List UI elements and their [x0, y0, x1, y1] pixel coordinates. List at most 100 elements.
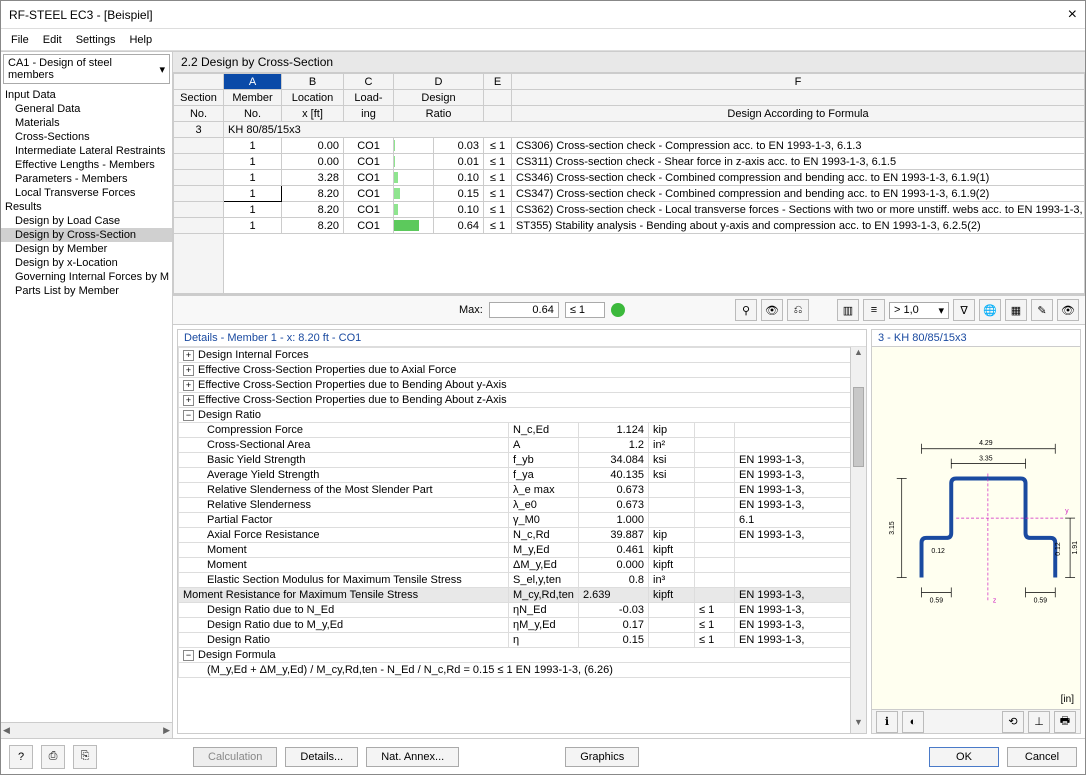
main-title: 2.2 Design by Cross-Section	[173, 52, 1085, 73]
svg-text:1.91: 1.91	[1072, 541, 1079, 555]
tree-item[interactable]: Design by x-Location	[1, 256, 172, 270]
details-row[interactable]: Elastic Section Modulus for Maximum Tens…	[179, 573, 866, 588]
details-row[interactable]: Relative Slendernessλ_e00.673EN 1993-1-3…	[179, 498, 866, 513]
tool-btn-eye[interactable]: 👁	[1057, 299, 1079, 321]
col-B[interactable]: B	[282, 74, 344, 90]
ratio-filter-select[interactable]: > 1,0▾	[889, 302, 949, 319]
ok-button[interactable]: OK	[929, 747, 999, 767]
tool-btn-7[interactable]: ✎	[1031, 299, 1053, 321]
section-view: 3 - KH 80/85/15x3	[871, 329, 1081, 734]
section-btn-3[interactable]: ⟲	[1002, 711, 1024, 733]
ok-icon	[611, 303, 625, 317]
print-icon[interactable]: 🖶	[1054, 711, 1076, 733]
tool-btn-5[interactable]: ≡	[863, 299, 885, 321]
tree-item[interactable]: Effective Lengths - Members	[1, 158, 172, 172]
details-button[interactable]: Details...	[285, 747, 358, 767]
details-row[interactable]: Relative Slenderness of the Most Slender…	[179, 483, 866, 498]
tree-item[interactable]: Design by Cross-Section	[1, 228, 172, 242]
case-selector[interactable]: CA1 - Design of steel members▾	[3, 54, 170, 84]
nat-annex-button[interactable]: Nat. Annex...	[366, 747, 459, 767]
section-btn-2[interactable]: ◐	[902, 711, 924, 733]
cancel-button[interactable]: Cancel	[1007, 747, 1077, 767]
col-A[interactable]: A	[224, 74, 282, 90]
menu-file[interactable]: File	[11, 34, 29, 46]
results-table[interactable]: A B C D E F Section Member Location Load…	[173, 73, 1085, 294]
details-row[interactable]: MomentΔM_y,Ed0.000kipft	[179, 558, 866, 573]
max-cond: ≤ 1	[565, 302, 605, 318]
col-E[interactable]: E	[484, 74, 512, 90]
svg-text:0.59: 0.59	[1034, 597, 1048, 604]
table-row[interactable]: 10.00CO10.03≤ 1CS306) Cross-section chec…	[174, 138, 1085, 154]
details-formula: (M_y,Ed + ΔM_y,Ed) / M_cy,Rd,ten - N_Ed …	[179, 663, 866, 678]
tree-group-input[interactable]: Input Data	[1, 88, 172, 102]
details-header: Details - Member 1 - x: 8.20 ft - CO1	[178, 330, 866, 347]
table-row[interactable]: 18.20CO10.15≤ 1CS347) Cross-section chec…	[174, 186, 1085, 202]
details-row[interactable]: Moment Resistance for Maximum Tensile St…	[179, 588, 866, 603]
sidebar: CA1 - Design of steel members▾ Input Dat…	[1, 52, 173, 738]
menu-edit[interactable]: Edit	[43, 34, 62, 46]
details-row[interactable]: Partial Factorγ_M01.0006.1	[179, 513, 866, 528]
footer-btn-3[interactable]: ⎘	[73, 745, 97, 769]
svg-text:3.15: 3.15	[889, 521, 896, 535]
tree-group-results[interactable]: Results	[1, 200, 172, 214]
tree-item[interactable]: Design by Member	[1, 242, 172, 256]
max-row: Max: 0.64 ≤ 1 ⚲ 👁 ⎌ ▥ ≡ > 1,0▾ ∇	[173, 295, 1085, 325]
details-group[interactable]: +Effective Cross-Section Properties due …	[179, 363, 866, 378]
tree-item[interactable]: Governing Internal Forces by M	[1, 270, 172, 284]
tree-item[interactable]: Intermediate Lateral Restraints	[1, 144, 172, 158]
section-btn-4[interactable]: ⊥	[1028, 711, 1050, 733]
details-row[interactable]: Axial Force ResistanceN_c,Rd39.887kipEN …	[179, 528, 866, 543]
tool-btn-6[interactable]: 🌐	[979, 299, 1001, 321]
tool-btn-filter[interactable]: ∇	[953, 299, 975, 321]
details-row[interactable]: Design Ratio due to N_EdηN_Ed-0.03≤ 1EN …	[179, 603, 866, 618]
details-group[interactable]: −Design Ratio	[179, 408, 866, 423]
info-icon[interactable]: ℹ	[876, 711, 898, 733]
tool-btn-2[interactable]: 👁	[761, 299, 783, 321]
main-area: 2.2 Design by Cross-Section A B C D E F	[173, 52, 1085, 738]
tree-item[interactable]: Parts List by Member	[1, 284, 172, 298]
section-canvas[interactable]: 4.29 3.35 3.15 0.59 0.59 0.12 0.12 1.91	[872, 347, 1080, 709]
footer: ? ⎙ ⎘ Calculation Details... Nat. Annex.…	[1, 738, 1085, 774]
svg-text:z: z	[993, 597, 997, 604]
table-row[interactable]: 18.20CO10.10≤ 1CS362) Cross-section chec…	[174, 202, 1085, 218]
table-row[interactable]: 10.00CO10.01≤ 1CS311) Cross-section chec…	[174, 154, 1085, 170]
tree-item[interactable]: Design by Load Case	[1, 214, 172, 228]
tool-btn-4[interactable]: ▥	[837, 299, 859, 321]
close-icon[interactable]: ×	[1068, 6, 1077, 24]
details-row[interactable]: Basic Yield Strengthf_yb34.084ksiEN 1993…	[179, 453, 866, 468]
menu-settings[interactable]: Settings	[76, 34, 116, 46]
graphics-button[interactable]: Graphics	[565, 747, 639, 767]
details-group[interactable]: +Design Internal Forces	[179, 348, 866, 363]
tree-item[interactable]: Parameters - Members	[1, 172, 172, 186]
menu-help[interactable]: Help	[129, 34, 152, 46]
tree-item[interactable]: Cross-Sections	[1, 130, 172, 144]
footer-btn-2[interactable]: ⎙	[41, 745, 65, 769]
details-row[interactable]: MomentM_y,Ed0.461kipft	[179, 543, 866, 558]
col-D[interactable]: D	[394, 74, 484, 90]
details-row[interactable]: Design Ratioη0.15≤ 1EN 1993-1-3,	[179, 633, 866, 648]
tool-btn-1[interactable]: ⚲	[735, 299, 757, 321]
help-icon[interactable]: ?	[9, 745, 33, 769]
details-group[interactable]: +Effective Cross-Section Properties due …	[179, 393, 866, 408]
tool-btn-excel[interactable]: ▦	[1005, 299, 1027, 321]
table-row[interactable]: 13.28CO10.10≤ 1CS346) Cross-section chec…	[174, 170, 1085, 186]
details-row[interactable]: Design Ratio due to M_y,EdηM_y,Ed0.17≤ 1…	[179, 618, 866, 633]
details-group[interactable]: −Design Formula	[179, 648, 866, 663]
details-row[interactable]: Cross-Sectional AreaA1.2in²	[179, 438, 866, 453]
tree-item[interactable]: Local Transverse Forces	[1, 186, 172, 200]
tree-item[interactable]: General Data	[1, 102, 172, 116]
calculation-button[interactable]: Calculation	[193, 747, 277, 767]
details-table[interactable]: +Design Internal Forces+Effective Cross-…	[178, 347, 866, 678]
tree-item[interactable]: Materials	[1, 116, 172, 130]
table-row[interactable]: 18.20CO10.64≤ 1ST355) Stability analysis…	[174, 218, 1085, 234]
col-C[interactable]: C	[344, 74, 394, 90]
details-row[interactable]: Average Yield Strengthf_ya40.135ksiEN 19…	[179, 468, 866, 483]
details-group[interactable]: +Effective Cross-Section Properties due …	[179, 378, 866, 393]
sidebar-scrollbar[interactable]: ◀▶	[1, 722, 172, 738]
details-panel: Details - Member 1 - x: 8.20 ft - CO1 +D…	[177, 329, 867, 734]
col-F[interactable]: F	[512, 74, 1085, 90]
details-row[interactable]: Compression ForceN_c,Ed1.124kip	[179, 423, 866, 438]
details-scrollbar[interactable]: ▲ ▼	[850, 347, 866, 733]
tool-btn-3[interactable]: ⎌	[787, 299, 809, 321]
svg-text:3.35: 3.35	[979, 456, 993, 463]
